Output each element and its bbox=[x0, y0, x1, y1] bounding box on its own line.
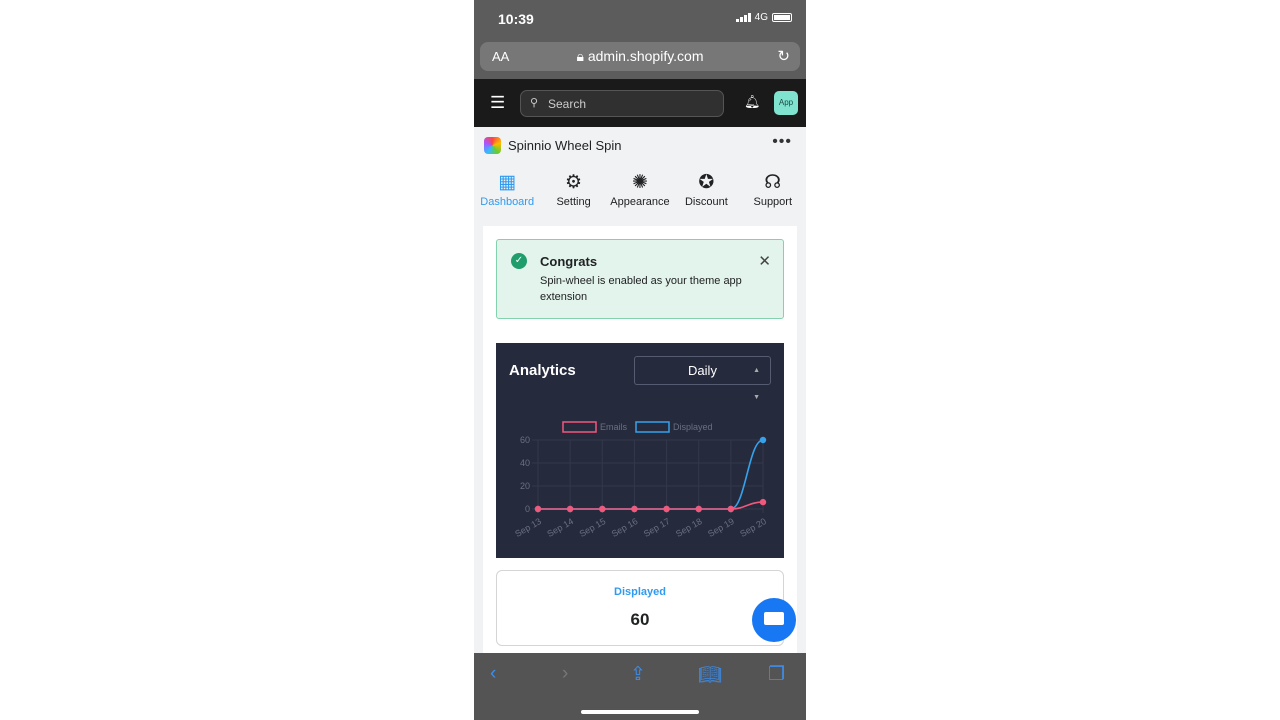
network-type: 4G bbox=[754, 12, 768, 23]
store-avatar[interactable]: App bbox=[774, 91, 798, 115]
shopify-topbar: ☰ ⚲ Search 🔔︎ App bbox=[474, 79, 806, 127]
status-bar: 10:39 4G AA 🔒︎ admin.shopify.com ↻ bbox=[474, 0, 806, 79]
forward-icon[interactable]: › bbox=[562, 663, 568, 685]
nav-support[interactable]: ☊ Support bbox=[740, 170, 806, 220]
app-header: Spinnio Wheel Spin ••• bbox=[474, 127, 806, 164]
y-tick-label: 40 bbox=[520, 458, 530, 468]
banner-text: Spin-wheel is enabled as your theme app … bbox=[540, 275, 742, 303]
nav-dashboard[interactable]: ▦ Dashboard bbox=[474, 170, 540, 220]
gear-icon: ⚙ bbox=[565, 172, 583, 193]
dashboard-icon: ▦ bbox=[498, 172, 517, 193]
data-point-emails bbox=[631, 505, 638, 513]
chat-button[interactable] bbox=[752, 598, 796, 642]
nav-appearance[interactable]: ✺ Appearance bbox=[607, 170, 673, 220]
nav-setting[interactable]: ⚙ Setting bbox=[541, 170, 607, 220]
data-point-emails bbox=[566, 505, 574, 513]
lock-icon: 🔒︎ bbox=[576, 48, 588, 64]
x-tick-label: Sep 19 bbox=[706, 516, 736, 539]
network-status: 4G bbox=[735, 12, 792, 23]
legend-label: Emails bbox=[600, 422, 628, 432]
more-actions-button[interactable]: ••• bbox=[772, 133, 792, 151]
legend-swatch bbox=[635, 421, 670, 433]
x-tick-label: Sep 13 bbox=[513, 516, 543, 539]
home-indicator bbox=[581, 710, 699, 714]
x-tick-label: Sep 15 bbox=[578, 516, 608, 539]
data-point-emails bbox=[759, 498, 767, 506]
analytics-panel: 0 20 40 60 Sep 13 Sep 14 Sep 15 Sep 16 Sep 17 Sep… bbox=[496, 343, 784, 558]
phone-screen: 10:39 4G AA 🔒︎ admin.shopify.com ↻ ☰ ⚲ Se… bbox=[474, 0, 806, 720]
discount-icon: ✪ bbox=[698, 172, 715, 193]
data-point-emails bbox=[727, 505, 735, 513]
url-text: 🔒︎ admin.shopify.com bbox=[576, 48, 704, 64]
bookmarks-icon[interactable]: 📖︎ bbox=[698, 663, 722, 687]
menu-icon[interactable]: ☰ bbox=[490, 93, 505, 113]
signal-icon bbox=[735, 13, 751, 22]
x-tick-label: Sep 16 bbox=[610, 516, 640, 539]
legend-label: Displayed bbox=[673, 422, 713, 432]
back-icon[interactable]: ‹ bbox=[490, 663, 496, 685]
data-point-displayed bbox=[759, 436, 767, 444]
x-tick-label: Sep 17 bbox=[642, 516, 672, 539]
check-icon: ✓ bbox=[511, 253, 527, 269]
battery-icon bbox=[772, 13, 792, 22]
analytics-title: Analytics bbox=[509, 362, 576, 379]
stat-label: Displayed bbox=[614, 586, 666, 598]
y-tick-label: 0 bbox=[525, 504, 530, 514]
clock: 10:39 bbox=[498, 11, 534, 27]
nav-discount[interactable]: ✪ Discount bbox=[673, 170, 739, 220]
close-icon[interactable]: ✕ bbox=[758, 252, 771, 270]
x-tick-label: Sep 20 bbox=[738, 516, 768, 539]
reload-icon[interactable]: ↻ bbox=[777, 47, 790, 65]
data-point-emails bbox=[599, 505, 606, 513]
banner-title: Congrats bbox=[540, 254, 598, 269]
stat-value: 60 bbox=[630, 610, 650, 629]
y-tick-label: 20 bbox=[520, 481, 530, 491]
share-icon[interactable]: ⇪ bbox=[630, 663, 646, 686]
browser-toolbar: ‹ › ⇪ 📖︎ ❐ bbox=[474, 653, 806, 720]
chat-icon bbox=[764, 612, 784, 625]
series-line-displayed bbox=[538, 439, 764, 510]
data-point-emails bbox=[663, 505, 670, 513]
displayed-stat-card: Displayed 60 bbox=[496, 570, 784, 646]
app-logo bbox=[484, 137, 501, 154]
bell-icon[interactable]: 🔔︎ bbox=[744, 94, 761, 110]
search-icon: ⚲ bbox=[530, 97, 539, 109]
search-input[interactable]: ⚲ Search bbox=[520, 90, 724, 117]
data-point-emails bbox=[534, 505, 542, 513]
success-banner: ✓ Congrats Spin-wheel is enabled as your… bbox=[496, 239, 784, 319]
app-title: Spinnio Wheel Spin bbox=[508, 138, 622, 153]
tabs-icon[interactable]: ❐ bbox=[768, 663, 785, 686]
address-bar[interactable]: AA 🔒︎ admin.shopify.com ↻ bbox=[480, 42, 800, 71]
data-point-emails bbox=[695, 505, 702, 513]
app-nav: ▦ Dashboard ⚙ Setting ✺ Appearance ✪ Discoun… bbox=[474, 170, 806, 220]
select-arrows-icon: ▲ ▼ bbox=[753, 367, 760, 401]
wheel-icon: ✺ bbox=[632, 172, 648, 193]
headset-icon: ☊ bbox=[764, 172, 782, 193]
period-select[interactable]: Daily ▲ ▼ bbox=[634, 356, 771, 401]
legend-swatch bbox=[562, 421, 597, 433]
x-tick-label: Sep 18 bbox=[674, 516, 704, 539]
y-tick-label: 60 bbox=[520, 435, 530, 445]
x-tick-label: Sep 14 bbox=[545, 516, 575, 539]
